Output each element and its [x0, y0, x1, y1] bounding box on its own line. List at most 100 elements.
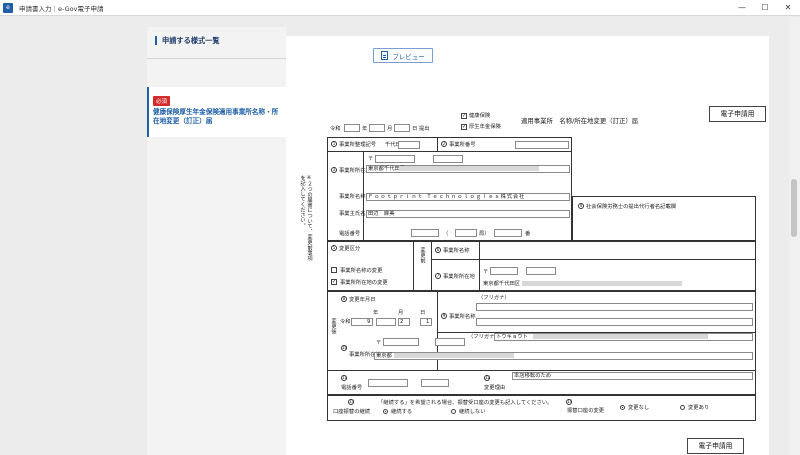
phone-open: （	[443, 231, 449, 237]
vertical-scrollbar[interactable]	[789, 17, 800, 455]
change-before-address-label: 事業所所在地	[443, 274, 475, 280]
postal-mark-a: 〒	[368, 156, 374, 162]
phone-input-1[interactable]	[411, 229, 439, 237]
close-icon[interactable]: ✕	[777, 0, 799, 16]
header-month-unit: 月	[387, 126, 393, 132]
sidebar-item-label[interactable]: 健康保険厚生年金保険適用事業所名称・所在地変更（訂正）届	[153, 108, 281, 126]
header-era: 令和	[330, 126, 341, 132]
form-list-sidebar: 申請する様式一覧 必須 健康保険厚生年金保険適用事業所名称・所在地変更（訂正）届	[147, 27, 286, 455]
minimize-icon[interactable]: —	[731, 0, 753, 16]
esubmit-button-top[interactable]: 電子申請用	[709, 106, 766, 122]
account-change-option: 変更あり	[688, 405, 710, 411]
sidebar-item-form[interactable]: 必須 健康保険厚生年金保険適用事業所名称・所在地変更（訂正）届	[147, 87, 286, 137]
phone-label-a: 電話番号	[339, 231, 361, 237]
egov-app-icon: e	[3, 2, 13, 13]
phone-close: 局）	[479, 231, 490, 237]
office-code-input[interactable]	[398, 141, 420, 149]
row-divider	[327, 370, 756, 371]
office-number-input[interactable]	[515, 141, 569, 149]
after-address-value: 東京都	[376, 353, 392, 359]
header-day-input[interactable]	[394, 124, 410, 132]
window-title: 申請書入力｜e-Gov電子申請	[19, 4, 104, 13]
num-8: 8	[341, 296, 347, 302]
after-name-label: 事業所名称	[449, 314, 476, 320]
redacted	[533, 334, 708, 339]
owner-input[interactable]	[366, 210, 570, 218]
owner-value: 田辺 麻美	[368, 211, 395, 217]
num-14: 14	[566, 399, 573, 405]
form-title: 適用事業所 名称/所在地変更（訂正）届	[521, 117, 639, 125]
header-day-unit: 日	[412, 126, 418, 132]
after-phone-1[interactable]	[368, 379, 408, 387]
redacted	[394, 353, 514, 358]
change-address-checkbox[interactable]: ✓	[331, 279, 337, 285]
pension-insurance-label: 厚生年金保険	[469, 124, 501, 130]
office-name-label: 事業所名称	[339, 194, 366, 200]
document-preview-icon	[381, 51, 389, 60]
after-furigana-label: （フリガナ）	[478, 295, 510, 301]
postal-mark-b: 〒	[483, 269, 489, 275]
num-9: 9	[441, 313, 447, 319]
side-note: ※２つの届書について、変更前事項を記入してください。	[299, 175, 312, 261]
after-month-value: 2	[400, 319, 404, 325]
postal-code-a2[interactable]	[433, 155, 463, 163]
change-before-label: 変更前	[419, 247, 425, 263]
phone-ban: 番	[525, 231, 531, 237]
after-address-furigana-value: トウキョウト	[496, 334, 528, 340]
after-phone-2[interactable]	[421, 379, 449, 387]
header-month-input[interactable]	[369, 124, 385, 132]
reason-label: 変更理由	[484, 385, 506, 391]
change-name-checkbox[interactable]	[331, 267, 337, 273]
maximize-icon[interactable]: ☐	[754, 0, 776, 16]
preview-button[interactable]: プレビュー	[373, 48, 433, 63]
after-furigana-input[interactable]	[476, 303, 753, 311]
account-continue-radio[interactable]	[383, 409, 388, 414]
change-before-address-value: 東京都千代田区	[483, 281, 521, 287]
agent-section	[572, 196, 756, 241]
health-insurance-checkbox[interactable]: ✓	[461, 113, 467, 119]
change-after-label: 変更後	[330, 318, 336, 334]
change-before-name-label: 事業所名称	[443, 248, 470, 254]
owner-label: 事業主氏名	[339, 211, 366, 217]
account-nochange-option: 変更なし	[628, 405, 650, 411]
redacted	[399, 166, 539, 171]
num-11: 11	[341, 375, 348, 381]
change-date-label: 変更年月日	[349, 297, 376, 303]
after-year-unit: 年	[373, 310, 379, 316]
after-name-input[interactable]	[476, 318, 753, 326]
esubmit-button-bottom[interactable]: 電子申請用	[687, 438, 744, 454]
col-divider	[431, 241, 432, 291]
postal-code-b1[interactable]	[490, 267, 518, 275]
account-continue-option: 継続する	[391, 409, 413, 415]
postal-code-b2[interactable]	[526, 267, 556, 275]
header-year-input[interactable]	[344, 124, 360, 132]
col-divider	[437, 137, 438, 151]
postal-code-a1[interactable]	[375, 155, 415, 163]
account-continue-label: 口座振替の継続	[333, 409, 371, 415]
account-stop-radio[interactable]	[451, 409, 456, 414]
office-name-value: Ｆｏｏｔｐｒｉｎｔ Ｔｅｃｈｎｏｌｏｇｉｅｓ株式会社	[368, 194, 526, 200]
account-stop-option: 継続しない	[459, 409, 486, 415]
scrollbar-thumb[interactable]	[791, 179, 797, 237]
after-year-input[interactable]	[376, 318, 396, 326]
after-month-unit: 月	[398, 310, 404, 316]
change-name-option: 事業所名称の変更	[340, 268, 383, 274]
required-badge: 必須	[153, 96, 171, 106]
header-year-unit: 年	[362, 126, 368, 132]
office-number-label: 事業所番号	[449, 142, 476, 148]
account-note: 「継続する」を希望される場合、振替受口座の変更も記入してください。	[378, 400, 553, 406]
num-7: 7	[435, 273, 441, 279]
phone-input-3[interactable]	[494, 229, 522, 237]
num-12: 12	[484, 375, 491, 381]
account-change-radio[interactable]	[680, 405, 685, 410]
postal-code-c2[interactable]	[435, 338, 465, 346]
title-bar: e 申請書入力｜e-Gov電子申請 — ☐ ✕	[0, 0, 800, 16]
pension-insurance-checkbox[interactable]: ✓	[461, 124, 467, 130]
header-submit-label: 提出	[419, 126, 430, 132]
after-era-code: 9	[367, 319, 371, 325]
sidebar-heading: 申請する様式一覧	[155, 36, 220, 45]
after-day-value: 1	[426, 319, 430, 325]
account-nochange-radio[interactable]	[620, 405, 625, 410]
phone-input-2[interactable]	[455, 229, 477, 237]
postal-code-c1[interactable]	[383, 338, 419, 346]
